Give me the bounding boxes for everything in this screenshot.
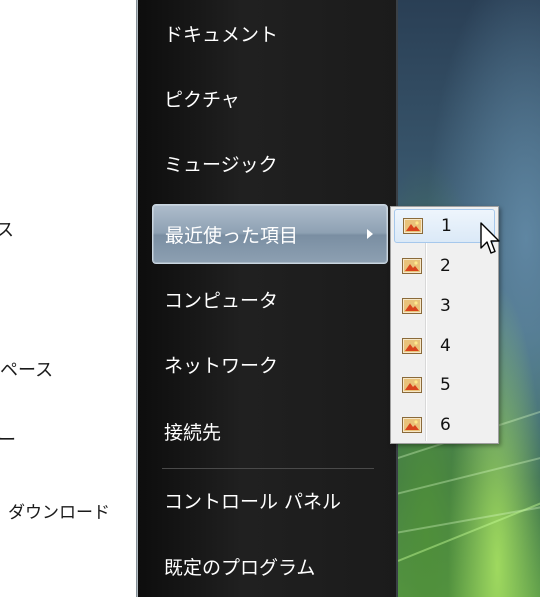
submenu-gutter <box>425 209 427 441</box>
menu-item-music[interactable]: ミュージック <box>138 135 396 191</box>
document-image-icon <box>403 218 423 234</box>
menu-item-recent-items[interactable]: 最近使った項目 <box>152 204 388 264</box>
recent-item-label: 3 <box>440 296 451 316</box>
document-image-icon <box>402 258 422 274</box>
menu-item-control-panel[interactable]: コントロール パネル <box>138 472 396 528</box>
menu-item-default-programs[interactable]: 既定のプログラム <box>138 538 396 594</box>
menu-item-pictures[interactable]: ピクチャ <box>138 70 396 126</box>
menu-separator <box>162 468 374 469</box>
recent-item-4[interactable]: 4 <box>394 329 495 363</box>
menu-item-label: 接続先 <box>164 421 222 444</box>
left-program-pane: ス ペース ー ダウンロード <box>0 0 136 597</box>
mouse-pointer-icon <box>480 222 500 254</box>
recent-item-label: 2 <box>440 256 451 276</box>
recent-item-label: 4 <box>440 336 451 356</box>
menu-item-network[interactable]: ネットワーク <box>138 336 396 392</box>
menu-item-label: 最近使った項目 <box>165 224 299 247</box>
left-item-3[interactable]: ー <box>0 426 16 452</box>
recent-item-label: 1 <box>441 216 452 236</box>
document-image-icon <box>402 298 422 314</box>
menu-item-label: ミュージック <box>164 153 278 176</box>
menu-item-label: ピクチャ <box>164 88 240 111</box>
left-item-1[interactable]: ス <box>0 216 14 242</box>
document-image-icon <box>402 417 422 433</box>
recent-item-3[interactable]: 3 <box>394 289 495 323</box>
recent-item-5[interactable]: 5 <box>394 368 495 402</box>
menu-item-connect-to[interactable]: 接続先 <box>138 403 396 459</box>
menu-item-label: ドキュメント <box>164 23 279 46</box>
wallpaper-streak <box>398 447 540 562</box>
menu-item-label: 既定のプログラム <box>164 556 316 579</box>
document-image-icon <box>402 377 422 393</box>
menu-item-label: ネットワーク <box>164 354 279 377</box>
submenu-arrow-icon <box>367 229 373 239</box>
menu-item-documents[interactable]: ドキュメント <box>138 5 396 61</box>
recent-item-label: 6 <box>440 415 451 435</box>
start-menu-right-column: ドキュメント ピクチャ ミュージック 最近使った項目 コンピュータ ネットワーク… <box>138 0 398 597</box>
left-item-4[interactable]: ダウンロード <box>8 498 110 523</box>
document-image-icon <box>402 338 422 354</box>
menu-item-computer[interactable]: コンピュータ <box>138 271 396 327</box>
menu-item-label: コントロール パネル <box>164 490 342 513</box>
recent-item-label: 5 <box>440 375 451 395</box>
recent-item-6[interactable]: 6 <box>394 408 495 442</box>
left-item-2[interactable]: ペース <box>0 356 53 382</box>
start-menu-screen: ス ペース ー ダウンロード ドキュメント ピクチャ ミュージック 最近使った項… <box>0 0 540 597</box>
menu-item-label: コンピュータ <box>164 289 279 312</box>
